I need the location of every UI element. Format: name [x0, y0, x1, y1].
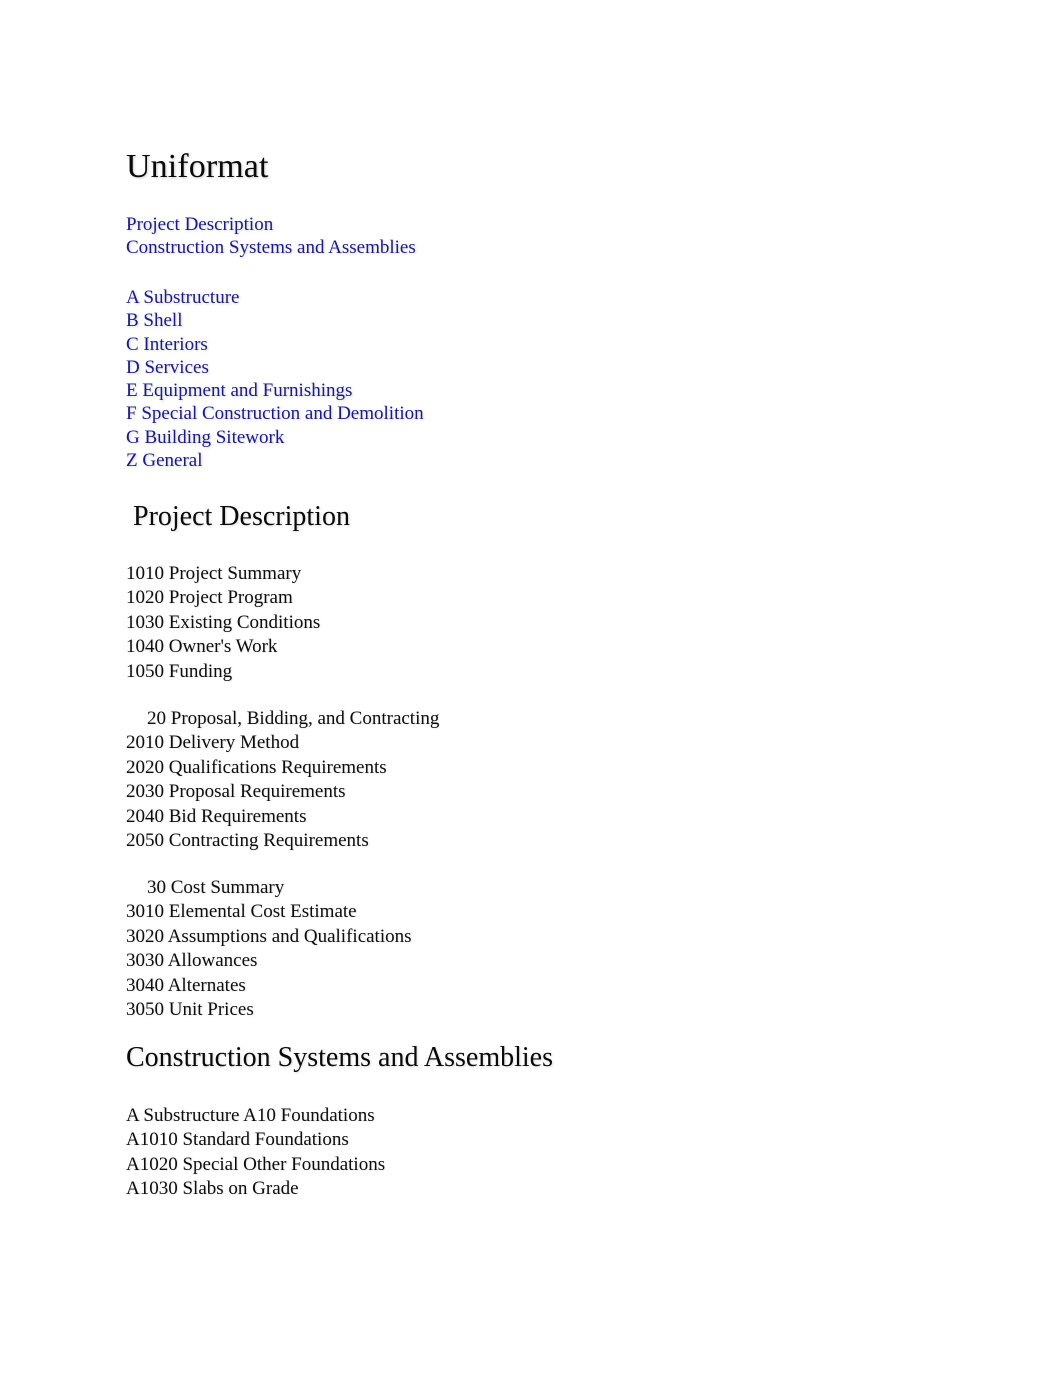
list-item: A1010 Standard Foundations — [126, 1129, 349, 1151]
section-heading-project-description: Project Description — [133, 501, 350, 532]
document-page: Uniformat Project Description Constructi… — [0, 0, 1062, 1377]
list-item: 1010 Project Summary — [126, 563, 302, 584]
primary-nav: Project Description Construction Systems… — [126, 213, 416, 260]
list-group-heading: 20 Proposal, Bidding, and Contracting — [147, 708, 440, 729]
nav-link-project-description[interactable]: Project Description — [126, 213, 273, 236]
list-item: 1030 Existing Conditions — [126, 611, 321, 633]
list-item: 2020 Qualifications Requirements — [126, 756, 387, 778]
nav-link-c-interiors[interactable]: C Interiors — [126, 333, 208, 356]
list-item: 3050 Unit Prices — [126, 999, 254, 1021]
list-item: 2050 Contracting Requirements — [126, 830, 369, 852]
list-item: A1020 Special Other Foundations — [126, 1153, 386, 1175]
list-item: 3040 Alternates — [126, 974, 246, 996]
list-group-heading: 30 Cost Summary — [147, 877, 285, 898]
nav-link-d-services[interactable]: D Services — [126, 356, 209, 379]
list-item: 2030 Proposal Requirements — [126, 781, 346, 803]
nav-link-a-substructure[interactable]: A Substructure — [126, 286, 239, 309]
list-item: 3010 Elemental Cost Estimate — [126, 901, 357, 923]
list-item: 1040 Owner's Work — [126, 636, 278, 658]
list-group-a10: A Substructure A10 Foundations A1010 Sta… — [126, 1104, 385, 1202]
list-item: 3030 Allowances — [126, 950, 258, 972]
list-item: 2040 Bid Requirements — [126, 805, 307, 827]
list-group-30: 30 Cost Summary 3010 Elemental Cost Esti… — [126, 876, 412, 1022]
nav-link-e-equipment-and-furnishings[interactable]: E Equipment and Furnishings — [126, 379, 352, 402]
list-group-20: 20 Proposal, Bidding, and Contracting 20… — [126, 707, 439, 853]
nav-link-f-special-construction-and-demolition[interactable]: F Special Construction and Demolition — [126, 402, 424, 425]
nav-link-construction-systems-and-assemblies[interactable]: Construction Systems and Assemblies — [126, 236, 416, 259]
nav-link-z-general[interactable]: Z General — [126, 449, 202, 472]
list-item: 1020 Project Program — [126, 587, 293, 609]
nav-link-b-shell[interactable]: B Shell — [126, 309, 182, 332]
nav-link-g-building-sitework[interactable]: G Building Sitework — [126, 426, 284, 449]
list-item: 2010 Delivery Method — [126, 732, 300, 754]
list-item: 3020 Assumptions and Qualifications — [126, 925, 412, 947]
list-group-10: 1010 Project Summary 1020 Project Progra… — [126, 562, 320, 684]
category-nav: A Substructure B Shell C Interiors D Ser… — [126, 286, 424, 472]
page-title: Uniformat — [126, 148, 269, 185]
list-item: 1050 Funding — [126, 660, 233, 682]
list-group-heading: A Substructure A10 Foundations — [126, 1105, 375, 1126]
list-item: A1030 Slabs on Grade — [126, 1178, 299, 1200]
section-heading-construction-systems-and-assemblies: Construction Systems and Assemblies — [126, 1042, 553, 1073]
